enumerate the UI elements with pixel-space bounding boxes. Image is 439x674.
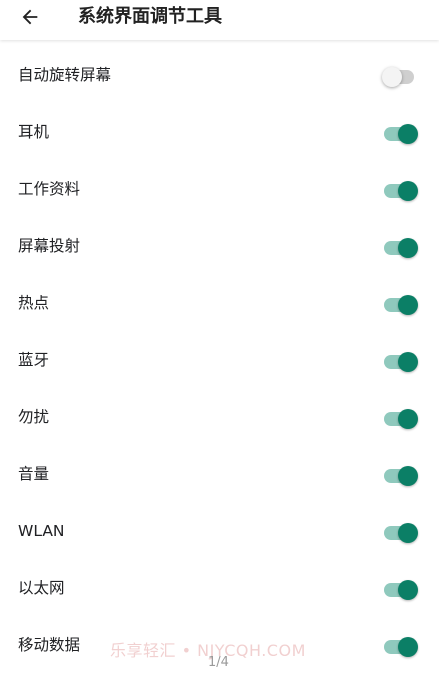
- list-item[interactable]: 耳机: [0, 104, 439, 161]
- list-item[interactable]: 蓝牙: [0, 332, 439, 389]
- list-item[interactable]: 工作资料: [0, 161, 439, 218]
- list-item[interactable]: WLAN: [0, 503, 439, 560]
- switch-thumb: [382, 67, 402, 87]
- list-item-label: 以太网: [18, 579, 65, 597]
- toggle-switch[interactable]: [382, 67, 420, 87]
- toggle-switch[interactable]: [382, 238, 420, 258]
- list-item-label: 音量: [18, 465, 50, 483]
- arrow-back-icon: [22, 9, 38, 25]
- app-bar: 系统界面调节工具: [0, 0, 439, 40]
- switch-thumb: [398, 295, 418, 315]
- switch-thumb: [398, 124, 418, 144]
- list-item-label: 屏幕投射: [18, 237, 81, 255]
- list-item-label: 自动旋转屏幕: [18, 66, 112, 84]
- list-item-label: 耳机: [18, 123, 50, 141]
- page-title: 系统界面调节工具: [78, 6, 222, 27]
- list-item[interactable]: 勿扰: [0, 389, 439, 446]
- switch-thumb: [398, 637, 418, 657]
- list-item[interactable]: 屏幕投射: [0, 218, 439, 275]
- list-item-label: 蓝牙: [18, 351, 50, 369]
- toggle-switch[interactable]: [382, 295, 420, 315]
- switch-thumb: [398, 352, 418, 372]
- switch-thumb: [398, 238, 418, 258]
- toggle-switch[interactable]: [382, 352, 420, 372]
- switch-thumb: [398, 181, 418, 201]
- list-item[interactable]: 自动旋转屏幕: [0, 47, 439, 104]
- toggle-switch[interactable]: [382, 124, 420, 144]
- list-item-label: 勿扰: [18, 408, 50, 426]
- toggle-switch[interactable]: [382, 409, 420, 429]
- list-item[interactable]: 音量: [0, 446, 439, 503]
- toggle-switch[interactable]: [382, 580, 420, 600]
- toggle-switch[interactable]: [382, 466, 420, 486]
- switch-thumb: [398, 466, 418, 486]
- back-button[interactable]: [14, 2, 46, 32]
- toggle-switch[interactable]: [382, 523, 420, 543]
- list-item-label: 移动数据: [18, 636, 81, 654]
- list-item-label: 热点: [18, 294, 50, 312]
- toggle-switch[interactable]: [382, 181, 420, 201]
- settings-list: 自动旋转屏幕 耳机 工作资料 屏幕投射 热点 蓝牙 勿扰 音量 WLAN 以太网…: [0, 47, 439, 674]
- list-item[interactable]: 热点: [0, 275, 439, 332]
- switch-thumb: [398, 523, 418, 543]
- switch-thumb: [398, 580, 418, 600]
- page-indicator: 1/4: [208, 655, 229, 670]
- list-item-label: 工作资料: [18, 180, 81, 198]
- list-item-label: WLAN: [18, 522, 65, 540]
- switch-thumb: [398, 409, 418, 429]
- list-item[interactable]: 以太网: [0, 560, 439, 617]
- toggle-switch[interactable]: [382, 637, 420, 657]
